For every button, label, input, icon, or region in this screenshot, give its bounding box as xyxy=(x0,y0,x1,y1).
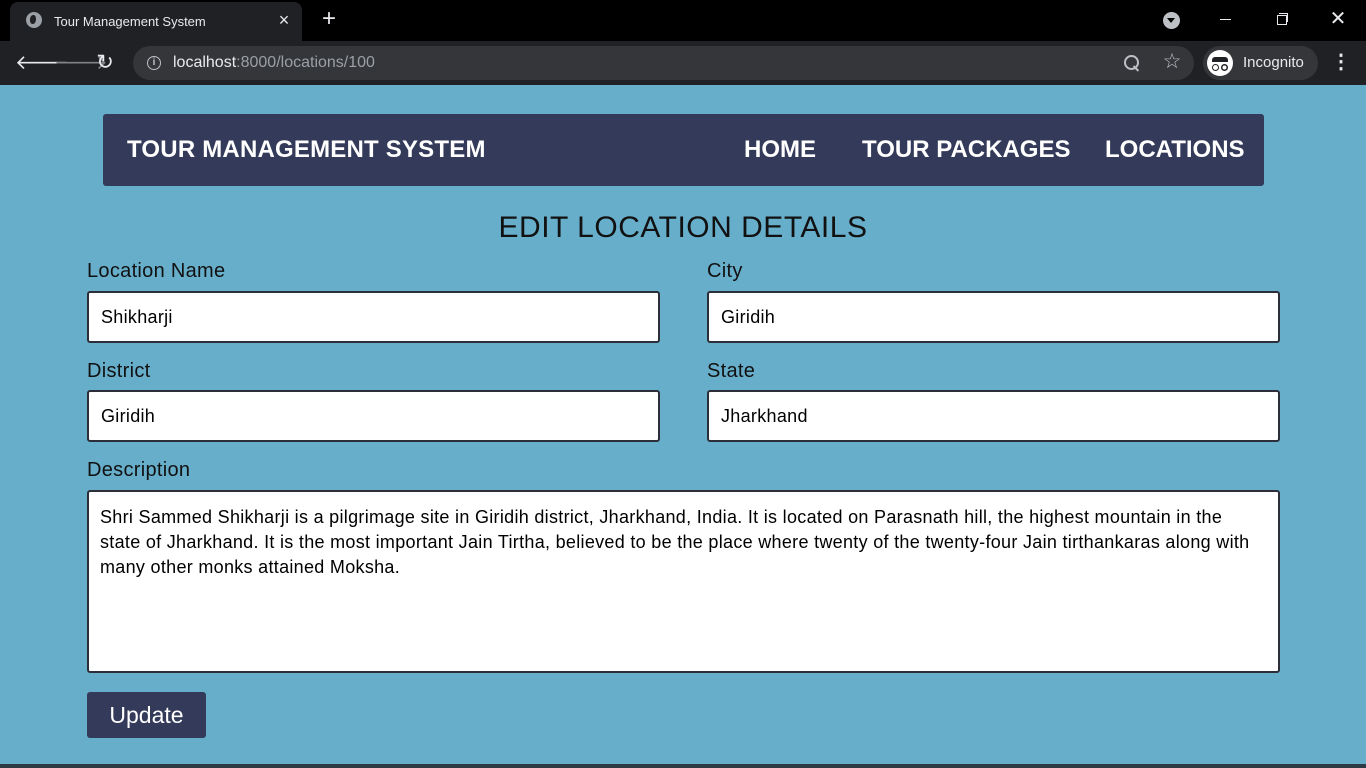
brand-title[interactable]: TOUR MANAGEMENT SYSTEM xyxy=(127,136,486,164)
address-bar[interactable]: i localhost:8000/locations/100 ☆ xyxy=(133,46,1194,80)
update-button[interactable]: Update xyxy=(87,692,206,738)
reload-icon[interactable]: ↻ xyxy=(93,51,117,75)
state-input[interactable] xyxy=(707,390,1280,442)
tab-search-icon[interactable] xyxy=(1163,12,1180,29)
more-vert-icon[interactable]: ⋮ xyxy=(1331,51,1351,75)
browser-toolbar: 🡐 🡒 ↻ i localhost:8000/locations/100 ☆ I… xyxy=(0,41,1366,85)
location-name-input[interactable] xyxy=(87,291,660,343)
restore-icon[interactable] xyxy=(1270,8,1294,32)
nav-link-tour-packages[interactable]: TOUR PACKAGES xyxy=(862,136,1070,164)
plus-icon[interactable]: + xyxy=(318,7,340,31)
description-label: Description xyxy=(87,459,191,481)
info-icon[interactable]: i xyxy=(147,56,161,70)
window-close-icon[interactable]: ✕ xyxy=(1326,8,1350,32)
url-host: localhost xyxy=(173,54,237,71)
incognito-icon xyxy=(1207,50,1233,76)
url-text[interactable]: localhost:8000/locations/100 xyxy=(173,54,375,72)
url-path: :8000/locations/100 xyxy=(236,54,375,71)
browser-tabstrip: Tour Management System × + ✕ xyxy=(0,0,1366,41)
forward-arrow-icon[interactable]: 🡒 xyxy=(54,51,108,75)
minimize-icon[interactable] xyxy=(1214,8,1238,32)
zoom-icon[interactable] xyxy=(1124,55,1140,71)
page-title: EDIT LOCATION DETAILS xyxy=(498,211,868,244)
description-textarea[interactable]: Shri Sammed Shikharji is a pilgrimage si… xyxy=(87,490,1280,673)
star-icon[interactable]: ☆ xyxy=(1161,51,1183,73)
nav-link-home[interactable]: HOME xyxy=(744,136,816,164)
profile-label: Incognito xyxy=(1243,54,1304,71)
browser-tab[interactable]: Tour Management System × xyxy=(10,2,302,41)
app-navbar: TOUR MANAGEMENT SYSTEM HOME TOUR PACKAGE… xyxy=(103,114,1264,186)
tab-title: Tour Management System xyxy=(54,14,206,29)
city-input[interactable] xyxy=(707,291,1280,343)
location-name-label: Location Name xyxy=(87,260,226,282)
nav-link-locations[interactable]: LOCATIONS xyxy=(1105,136,1245,164)
incognito-profile-button[interactable]: Incognito xyxy=(1203,46,1318,80)
district-input[interactable] xyxy=(87,390,660,442)
globe-icon xyxy=(26,12,42,28)
state-label: State xyxy=(707,360,756,382)
taskbar-edge xyxy=(0,764,1366,768)
back-arrow-icon[interactable]: 🡐 xyxy=(15,51,69,75)
city-label: City xyxy=(707,260,743,282)
district-label: District xyxy=(87,360,151,382)
close-icon[interactable]: × xyxy=(275,11,293,29)
